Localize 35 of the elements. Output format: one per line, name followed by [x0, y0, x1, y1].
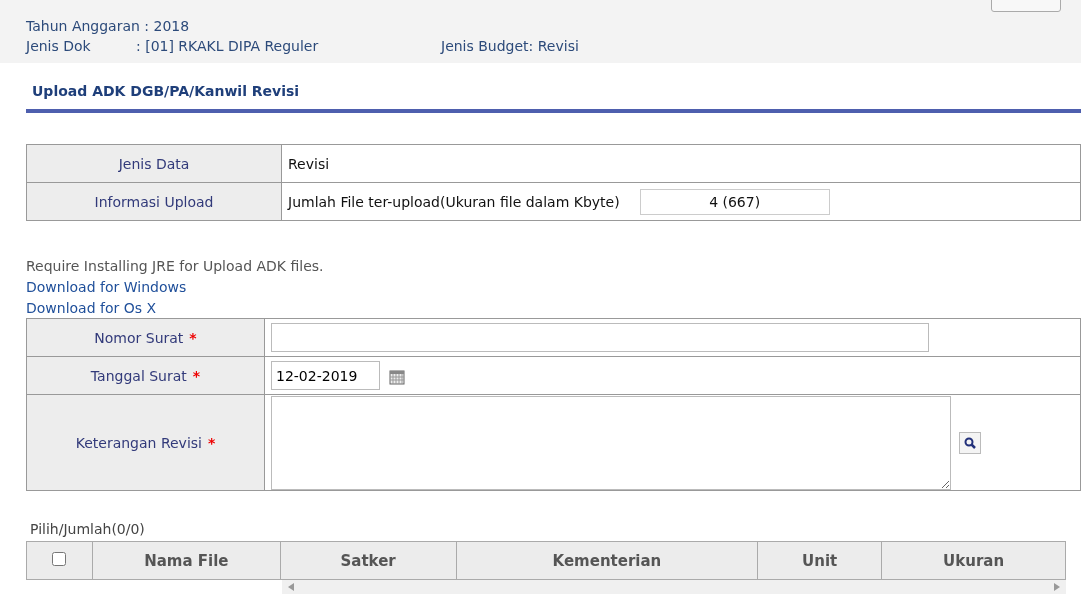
- column-header: Satker: [280, 541, 457, 580]
- search-icon: [963, 435, 977, 450]
- column-header: Unit: [757, 541, 882, 580]
- required-mark: *: [192, 367, 201, 384]
- search-button[interactable]: [959, 431, 981, 454]
- header-text: Jenis Dok: [26, 38, 92, 54]
- download-link[interactable]: Download for Os X: [26, 300, 1081, 316]
- header-text: Jenis Budget: Revisi: [441, 38, 579, 54]
- row-label: Jenis Data: [26, 144, 282, 183]
- page-title: Upload ADK DGB/PA/Kanwil Revisi: [31, 82, 301, 101]
- column-header: Nama File: [92, 541, 281, 580]
- count-field: 4 (667): [639, 188, 830, 215]
- row-label: Informasi Upload: [26, 182, 282, 221]
- required-mark: *: [207, 434, 216, 451]
- row-value: Jumlah File ter-upload(Ukuran file dalam Kbyte): [288, 193, 620, 210]
- column-header: Ukuran: [881, 541, 1066, 580]
- calendar-icon[interactable]: [389, 368, 405, 385]
- column-header: Kementerian: [456, 541, 758, 580]
- header-text: : [01] RKAKL DIPA Reguler: [136, 38, 320, 54]
- field-label: Tanggal Surat: [90, 367, 187, 384]
- horizontal-scrollbar[interactable]: [282, 580, 1066, 594]
- date-field[interactable]: 12-02-2019: [271, 361, 380, 390]
- select-all-checkbox[interactable]: [52, 551, 67, 566]
- text-field[interactable]: [271, 323, 929, 352]
- field-label: Nomor Surat: [94, 329, 184, 346]
- notice-text: Require Installing JRE for Upload ADK files.: [26, 258, 325, 274]
- required-mark: *: [189, 329, 197, 346]
- field-label: Keterangan Revisi: [75, 434, 202, 451]
- row-value: Revisi: [281, 144, 1081, 183]
- scroll-left-icon[interactable]: [288, 583, 294, 591]
- text-area[interactable]: [271, 395, 951, 490]
- scroll-right-icon[interactable]: [1054, 583, 1060, 591]
- selection-count: Pilih/Jumlah(0/0): [30, 521, 146, 537]
- download-link[interactable]: Download for Windows: [26, 279, 1081, 295]
- header-text: Tahun Anggaran : 2018: [26, 18, 190, 34]
